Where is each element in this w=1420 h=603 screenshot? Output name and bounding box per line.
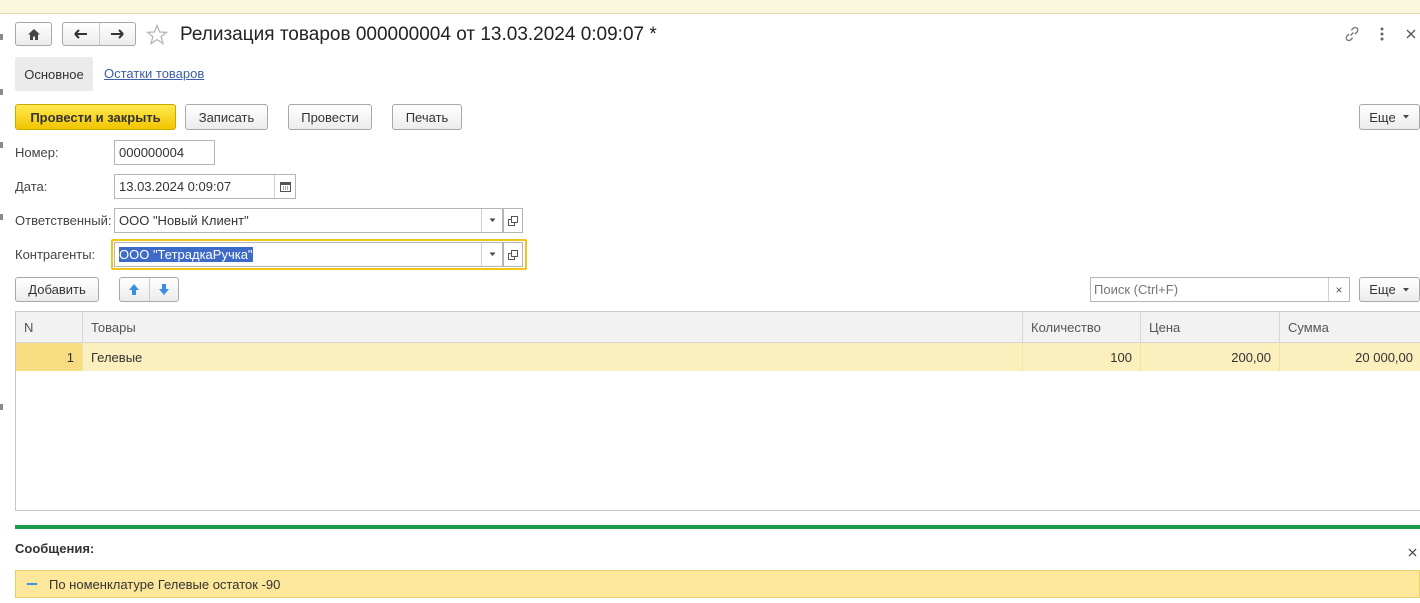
favorite-star[interactable] bbox=[145, 23, 169, 46]
arrow-left-icon bbox=[74, 29, 87, 39]
table-more-label: Еще bbox=[1369, 282, 1396, 297]
page-title: Релизация товаров 000000004 от 13.03.202… bbox=[180, 24, 657, 45]
counterparty-open-button[interactable] bbox=[503, 242, 523, 267]
cell-n[interactable]: 1 bbox=[16, 343, 83, 371]
messages-title: Сообщения: bbox=[15, 541, 95, 556]
table-more-button[interactable]: Еще bbox=[1359, 277, 1420, 302]
link-button[interactable] bbox=[1343, 25, 1361, 43]
calendar-button[interactable] bbox=[274, 175, 295, 198]
date-field[interactable]: 13.03.2024 0:09:07 bbox=[114, 174, 296, 199]
open-icon bbox=[508, 215, 518, 226]
close-icon bbox=[1408, 548, 1417, 557]
row-move-group bbox=[119, 277, 179, 302]
number-field[interactable]: 000000004 bbox=[114, 140, 215, 165]
responsible-label: Ответственный: bbox=[15, 213, 112, 228]
add-row-button[interactable]: Добавить bbox=[15, 277, 99, 302]
dropdown-icon bbox=[489, 252, 495, 256]
counterparty-dropdown[interactable] bbox=[481, 243, 502, 266]
home-icon bbox=[27, 28, 40, 40]
history-nav bbox=[62, 22, 136, 46]
more-button-label: Еще bbox=[1369, 109, 1396, 125]
search-clear-button[interactable]: × bbox=[1328, 278, 1349, 301]
top-strip bbox=[0, 0, 1420, 14]
calendar-icon bbox=[279, 182, 291, 192]
messages-close-button[interactable] bbox=[1408, 545, 1420, 557]
post-and-close-button[interactable]: Провести и закрыть bbox=[15, 104, 176, 130]
counterparty-value: ООО "ТетрадкаРучка" bbox=[119, 247, 253, 262]
cell-product[interactable]: Гелевые bbox=[83, 343, 1023, 371]
responsible-field[interactable]: ООО "Новый Клиент" bbox=[114, 208, 503, 233]
column-header-sum[interactable]: Сумма bbox=[1280, 312, 1420, 342]
cell-sum[interactable]: 20 000,00 bbox=[1280, 343, 1420, 371]
goods-table: N Товары Количество Цена Сумма 1 Гелевые… bbox=[15, 311, 1420, 511]
save-button[interactable]: Записать bbox=[185, 104, 268, 130]
left-edge bbox=[0, 14, 4, 603]
messages-separator bbox=[15, 525, 1420, 529]
tab-stock-balances[interactable]: Остатки товаров bbox=[104, 66, 204, 81]
move-up-button[interactable] bbox=[120, 278, 149, 301]
star-icon bbox=[145, 23, 169, 45]
forward-button[interactable] bbox=[98, 23, 136, 45]
print-button[interactable]: Печать bbox=[392, 104, 462, 130]
table-search[interactable]: × bbox=[1090, 277, 1350, 302]
post-button[interactable]: Провести bbox=[288, 104, 372, 130]
column-header-goods[interactable]: Товары bbox=[83, 312, 1023, 342]
move-down-button[interactable] bbox=[148, 278, 179, 301]
date-value: 13.03.2024 0:09:07 bbox=[119, 179, 232, 194]
back-button[interactable] bbox=[63, 23, 99, 45]
more-actions-button[interactable] bbox=[1376, 25, 1388, 43]
message-item[interactable]: По номенклатуре Гелевые остаток -90 bbox=[15, 570, 1420, 598]
collapse-icon[interactable] bbox=[27, 582, 39, 586]
column-header-n[interactable]: N bbox=[16, 312, 83, 342]
arrow-down-icon bbox=[158, 284, 169, 295]
cell-price[interactable]: 200,00 bbox=[1141, 343, 1280, 371]
table-header: N Товары Количество Цена Сумма bbox=[16, 312, 1420, 343]
link-icon bbox=[1345, 26, 1359, 42]
open-icon bbox=[508, 249, 518, 260]
counterparty-field[interactable]: ООО "ТетрадкаРучка" bbox=[114, 242, 503, 267]
responsible-open-button[interactable] bbox=[503, 208, 523, 233]
message-text: По номенклатуре Гелевые остаток -90 bbox=[49, 576, 281, 592]
column-header-quantity[interactable]: Количество bbox=[1023, 312, 1141, 342]
close-icon bbox=[1406, 29, 1416, 39]
dropdown-icon bbox=[489, 218, 495, 222]
number-label: Номер: bbox=[15, 145, 59, 160]
counterparty-text-wrap: ООО "ТетрадкаРучка" bbox=[115, 247, 481, 262]
responsible-dropdown[interactable] bbox=[481, 209, 502, 232]
responsible-value: ООО "Новый Клиент" bbox=[119, 213, 249, 228]
more-button[interactable]: Еще bbox=[1359, 104, 1420, 130]
search-input[interactable] bbox=[1091, 278, 1328, 301]
home-button[interactable] bbox=[15, 22, 52, 46]
arrow-up-icon bbox=[129, 284, 140, 295]
table-row[interactable]: 1 Гелевые 100 200,00 20 000,00 bbox=[16, 343, 1420, 371]
close-window-button[interactable] bbox=[1406, 27, 1418, 41]
counterparty-label: Контрагенты: bbox=[15, 247, 96, 262]
chevron-down-icon bbox=[1402, 115, 1409, 119]
column-header-price[interactable]: Цена bbox=[1141, 312, 1280, 342]
cell-quantity[interactable]: 100 bbox=[1023, 343, 1141, 371]
tab-main[interactable]: Основное bbox=[15, 57, 93, 91]
number-value: 000000004 bbox=[119, 145, 185, 160]
arrow-right-icon bbox=[111, 29, 124, 39]
chevron-down-icon bbox=[1402, 287, 1409, 291]
date-label: Дата: bbox=[15, 179, 48, 194]
more-vert-icon bbox=[1380, 27, 1384, 41]
